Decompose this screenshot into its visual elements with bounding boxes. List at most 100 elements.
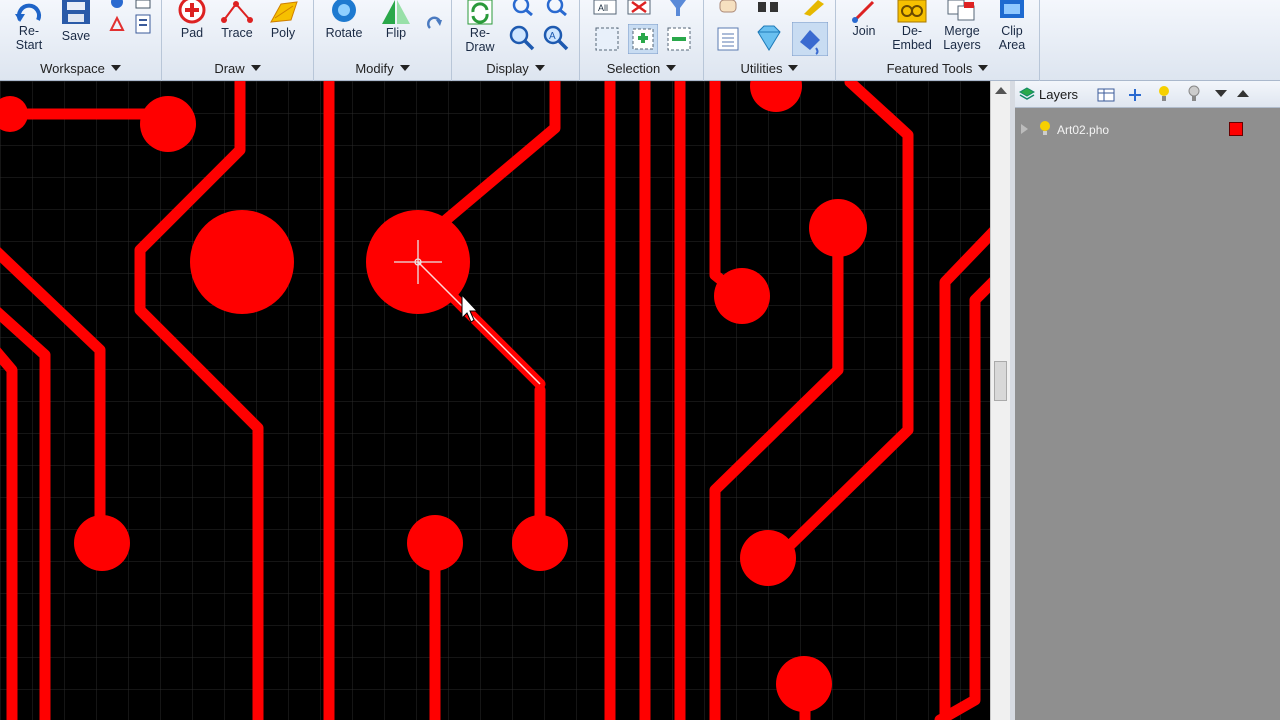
redraw-button[interactable]: Re- Draw bbox=[458, 0, 502, 54]
expand-arrow-icon[interactable] bbox=[1019, 124, 1029, 134]
paint-icon[interactable] bbox=[800, 0, 828, 16]
scroll-thumb[interactable] bbox=[994, 361, 1007, 401]
poly-icon bbox=[270, 1, 298, 23]
pad-right-mid bbox=[714, 268, 770, 324]
deembed-button[interactable]: De- Embed bbox=[888, 0, 936, 52]
chevron-down-icon bbox=[534, 65, 545, 71]
join-button[interactable]: Join bbox=[842, 0, 886, 38]
selection-group-label[interactable]: Selection bbox=[580, 61, 703, 76]
draw-group: Pad Trace Poly Draw bbox=[162, 0, 314, 81]
canvas-vertical-scrollbar[interactable] bbox=[990, 81, 1010, 720]
layer-visible-lightbulb-icon[interactable] bbox=[1039, 120, 1051, 137]
layer-table-icon[interactable] bbox=[1097, 88, 1115, 102]
layer-row[interactable]: Art02.pho bbox=[1015, 117, 1280, 142]
scroll-up-icon[interactable] bbox=[995, 87, 1007, 94]
restart-button[interactable]: Re- Start bbox=[8, 0, 50, 52]
layer-color-swatch[interactable] bbox=[1229, 122, 1243, 136]
pad-large-left bbox=[190, 210, 294, 314]
poly-button[interactable]: Poly bbox=[262, 0, 304, 40]
move-up-icon[interactable] bbox=[1237, 89, 1249, 97]
modify-group-label[interactable]: Modify bbox=[314, 61, 451, 76]
chevron-down-icon bbox=[666, 65, 677, 71]
zoom-out-icon[interactable] bbox=[544, 0, 570, 16]
redo-icon[interactable] bbox=[426, 14, 444, 32]
ribbon-toolbar: Re- Start Save Workspace Pad Trace Poly … bbox=[0, 0, 1280, 81]
zoom-fit-icon[interactable]: A bbox=[542, 24, 570, 52]
selection-group: All Selection bbox=[580, 0, 704, 81]
redraw-icon bbox=[467, 0, 493, 25]
zoom-icon[interactable] bbox=[510, 0, 536, 16]
layers-icon bbox=[1019, 87, 1035, 100]
chevron-down-icon bbox=[788, 65, 799, 71]
clip-area-button[interactable]: Clip Area bbox=[988, 0, 1036, 52]
svg-text:All: All bbox=[598, 3, 608, 13]
workspace-group-label[interactable]: Workspace bbox=[0, 61, 161, 76]
fill-bucket-icon[interactable] bbox=[792, 22, 828, 56]
restart-label: Re- Start bbox=[15, 24, 43, 52]
layers-panel-title: Layers bbox=[1039, 87, 1079, 102]
pad-bottom-center bbox=[407, 515, 463, 571]
deembed-label: De- Embed bbox=[892, 24, 932, 52]
clip-area-icon bbox=[1000, 0, 1024, 18]
merge-layers-button[interactable]: Merge Layers bbox=[938, 0, 986, 52]
select-all-icon[interactable]: All bbox=[592, 0, 618, 16]
pcb-artwork[interactable] bbox=[0, 81, 990, 720]
utilities-group-label[interactable]: Utilities bbox=[704, 61, 835, 76]
layers-panel: Layers Art02.pho bbox=[1015, 81, 1280, 720]
merge-layers-label: Merge Layers bbox=[943, 24, 981, 52]
lightbulb-on-icon[interactable] bbox=[1157, 85, 1171, 103]
select-add-icon[interactable] bbox=[628, 24, 658, 54]
trace-icon bbox=[221, 1, 253, 23]
layer-name: Art02.pho bbox=[1057, 123, 1110, 137]
move-down-icon[interactable] bbox=[1215, 90, 1227, 98]
poly-label: Poly bbox=[270, 26, 296, 40]
display-group: Re- Draw A Display bbox=[452, 0, 580, 81]
join-label: Join bbox=[852, 24, 876, 38]
utilities-group: Utilities bbox=[704, 0, 836, 81]
chevron-down-icon bbox=[250, 65, 261, 71]
pad-label: Pad bbox=[180, 26, 204, 40]
workspace-group: Re- Start Save Workspace bbox=[0, 0, 162, 81]
chevron-down-icon bbox=[978, 65, 989, 71]
select-subtract-icon[interactable] bbox=[666, 26, 692, 52]
featured-tools-group-label[interactable]: Featured Tools bbox=[836, 61, 1039, 76]
restart-icon bbox=[15, 3, 41, 22]
flip-button[interactable]: Flip bbox=[376, 0, 416, 40]
document-icon[interactable] bbox=[134, 14, 152, 34]
trace-button[interactable]: Trace bbox=[214, 0, 260, 40]
add-layer-icon[interactable] bbox=[1127, 87, 1143, 103]
redraw-label: Re- Draw bbox=[465, 26, 495, 54]
pad-right-upper bbox=[809, 199, 867, 257]
trace-label: Trace bbox=[221, 26, 253, 40]
chevron-down-icon bbox=[399, 65, 410, 71]
pad-icon bbox=[178, 0, 206, 24]
pad-right-lower bbox=[740, 530, 796, 586]
pan-hand-icon[interactable] bbox=[716, 0, 740, 16]
pad-bottom-left bbox=[74, 515, 130, 571]
save-label: Save bbox=[61, 29, 91, 43]
gem-icon[interactable] bbox=[752, 24, 786, 54]
notepad-icon[interactable] bbox=[716, 26, 740, 52]
rotate-button[interactable]: Rotate bbox=[320, 0, 368, 40]
save-button[interactable]: Save bbox=[56, 0, 96, 43]
info-icon[interactable] bbox=[110, 0, 124, 10]
pad-button[interactable]: Pad bbox=[170, 0, 214, 40]
lightbulb-off-icon[interactable] bbox=[1187, 85, 1201, 103]
deselect-icon[interactable] bbox=[626, 0, 652, 16]
pdf-icon[interactable] bbox=[108, 14, 126, 34]
zoom-in-icon[interactable] bbox=[508, 24, 536, 52]
join-icon bbox=[852, 0, 875, 23]
pcb-canvas[interactable] bbox=[0, 81, 990, 720]
rotate-icon bbox=[332, 0, 356, 22]
flip-icon bbox=[382, 0, 410, 24]
display-group-label[interactable]: Display bbox=[452, 61, 579, 76]
featured-tools-group: Join De- Embed Merge Layers Clip Area Fe… bbox=[836, 0, 1040, 81]
filter-icon[interactable] bbox=[668, 0, 688, 16]
draw-group-label[interactable]: Draw bbox=[162, 61, 313, 76]
chevron-down-icon bbox=[110, 65, 121, 71]
copy-icon[interactable] bbox=[134, 0, 152, 10]
rotate-label: Rotate bbox=[325, 26, 363, 40]
deembed-icon bbox=[897, 0, 927, 23]
measure-icon[interactable] bbox=[756, 0, 782, 16]
select-box-icon[interactable] bbox=[594, 26, 620, 52]
